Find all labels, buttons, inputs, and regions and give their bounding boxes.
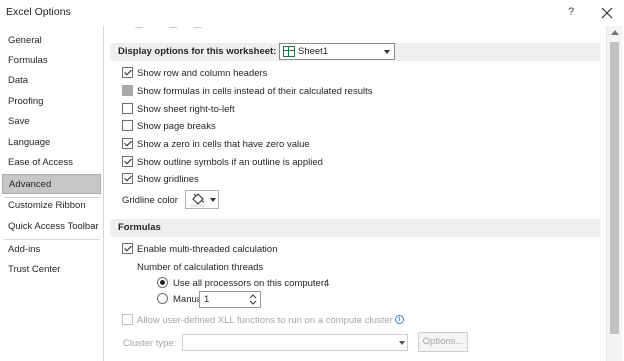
checkbox-show-formulas[interactable]: [122, 85, 133, 96]
checkbox-row-headers[interactable]: [122, 67, 133, 78]
close-button[interactable]: [598, 4, 616, 22]
vertical-scrollbar[interactable]: [606, 26, 622, 361]
close-icon: [601, 7, 613, 19]
use-all-processors-label: Use all processors on this computer:: [173, 278, 327, 289]
radio-manual-row[interactable]: Manual: [157, 293, 204, 307]
worksheet-icon: [283, 46, 295, 57]
option-row-headers-label: Show row and column headers: [137, 68, 268, 79]
option-show-formulas[interactable]: Show formulas in cells instead of their …: [122, 85, 373, 99]
option-gridlines-label: Show gridlines: [137, 174, 199, 185]
chevron-down-icon: [399, 341, 405, 345]
title-bar: Excel Options ?: [0, 0, 624, 26]
option-outline-symbols-label: Show outline symbols if an outline is ap…: [137, 157, 323, 168]
chevron-down-icon: [210, 198, 216, 202]
option-multithreaded-label: Enable multi-threaded calculation: [137, 244, 278, 255]
option-gridlines[interactable]: Show gridlines: [122, 173, 199, 187]
sidebar-item-ease-of-access[interactable]: Ease of Access: [2, 153, 101, 173]
option-xll-cluster-label: Allow user-defined XLL functions to run …: [137, 315, 393, 326]
option-page-breaks-label: Show page breaks: [137, 121, 216, 132]
info-icon[interactable]: i: [394, 315, 404, 324]
sidebar-item-trust-center[interactable]: Trust Center: [2, 260, 101, 280]
cluster-type-select[interactable]: [182, 334, 408, 351]
manual-threads-stepper[interactable]: 1: [199, 291, 261, 308]
chevron-down-icon: [384, 50, 390, 54]
help-button[interactable]: ?: [563, 4, 579, 20]
scrolled-content-edge: ▁ ▁▂ ▁▁▁ ▂▁ ▁▂▁: [118, 26, 318, 28]
sidebar-item-data[interactable]: Data: [2, 71, 101, 91]
checkbox-right-to-left[interactable]: [122, 103, 133, 114]
checkbox-outline-symbols[interactable]: [122, 156, 133, 167]
radio-manual[interactable]: [157, 293, 168, 304]
sidebar-item-proofing[interactable]: Proofing: [2, 92, 101, 112]
option-zero-values[interactable]: Show a zero in cells that have zero valu…: [122, 138, 310, 152]
sidebar-item-save[interactable]: Save: [2, 112, 101, 132]
scroll-up-arrow-icon[interactable]: [611, 30, 619, 35]
manual-threads-value: 1: [204, 294, 210, 305]
option-show-formulas-label: Show formulas in cells instead of their …: [137, 86, 373, 97]
cluster-type-label: Cluster type:: [123, 338, 177, 349]
formulas-section-header: Formulas: [110, 219, 600, 237]
option-outline-symbols[interactable]: Show outline symbols if an outline is ap…: [122, 156, 323, 170]
radio-use-all-processors-row[interactable]: Use all processors on this computer:: [157, 277, 327, 291]
checkbox-page-breaks[interactable]: [122, 120, 133, 131]
option-right-to-left-label: Show sheet right-to-left: [137, 104, 235, 115]
option-zero-values-label: Show a zero in cells that have zero valu…: [137, 139, 310, 150]
checkbox-multithreaded[interactable]: [122, 243, 133, 254]
option-page-breaks[interactable]: Show page breaks: [122, 120, 216, 134]
worksheet-select[interactable]: Sheet1: [279, 43, 395, 60]
threads-label: Number of calculation threads: [137, 262, 264, 273]
checkbox-xll-cluster[interactable]: [122, 314, 133, 325]
sidebar-item-add-ins[interactable]: Add-ins: [2, 240, 101, 260]
checkbox-zero-values[interactable]: [122, 138, 133, 149]
sidebar-item-general[interactable]: General: [2, 31, 101, 51]
worksheet-section-title: Display options for this worksheet:: [118, 46, 277, 57]
option-xll-cluster[interactable]: Allow user-defined XLL functions to run …: [122, 314, 404, 328]
option-multithreaded[interactable]: Enable multi-threaded calculation: [122, 243, 277, 257]
formulas-section-title: Formulas: [118, 222, 161, 233]
gridline-color-picker[interactable]: [185, 190, 219, 209]
paint-bucket-icon: [190, 193, 205, 207]
worksheet-select-value: Sheet1: [298, 46, 329, 57]
sidebar-item-advanced[interactable]: Advanced: [2, 174, 101, 194]
gridline-color-label: Gridline color: [122, 195, 178, 206]
sidebar-item-language[interactable]: Language: [2, 133, 101, 153]
option-row-headers[interactable]: Show row and column headers: [122, 67, 267, 81]
checkbox-gridlines[interactable]: [122, 173, 133, 184]
radio-use-all-processors[interactable]: [157, 277, 168, 288]
sidebar-item-customize-ribbon[interactable]: Customize Ribbon: [2, 196, 101, 216]
sidebar-item-quick-access-toolbar[interactable]: Quick Access Toolbar: [2, 217, 101, 237]
sidebar: General Formulas Data Proofing Save Lang…: [0, 26, 104, 361]
cluster-options-button[interactable]: Options...: [418, 332, 468, 352]
spin-arrows-icon: [249, 294, 257, 305]
window-title: Excel Options: [6, 6, 71, 18]
options-panel: ▁ ▁▂ ▁▁▁ ▂▁ ▁▂▁ Display options for this…: [110, 26, 606, 361]
scrollbar-thumb[interactable]: [610, 42, 619, 334]
processor-count: 4: [324, 278, 330, 289]
option-right-to-left[interactable]: Show sheet right-to-left: [122, 103, 235, 117]
sidebar-item-formulas[interactable]: Formulas: [2, 51, 101, 71]
